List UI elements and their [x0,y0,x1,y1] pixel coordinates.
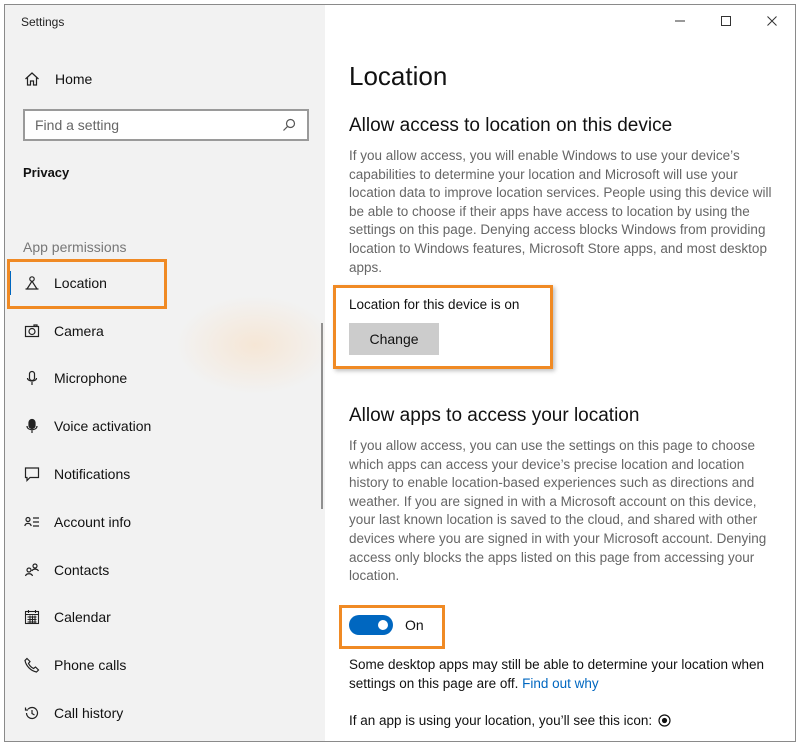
apps-section-heading: Allow apps to access your location [349,405,640,426]
sidebar-item-label: Phone calls [54,657,127,674]
home-label: Home [55,71,93,87]
minimize-button[interactable] [657,5,703,37]
sidebar-scrollbar[interactable] [321,323,323,509]
voice-activation-icon [23,417,41,435]
location-icon-note: If an app is using your location, you’ll… [349,713,671,728]
sidebar-item-label: Notifications [54,466,131,483]
sidebar-item-label: Calendar [54,609,111,626]
sidebar-item-label: Microphone [54,370,128,387]
location-icon [23,274,41,292]
minimize-icon [675,20,685,22]
sidebar-item-label: Account info [54,513,132,530]
close-icon [767,16,777,26]
sidebar-item-voice-activation[interactable]: Voice activation [5,402,325,450]
apps-location-toggle[interactable] [349,615,393,635]
sidebar-item-camera[interactable]: Camera [5,307,325,355]
phone-calls-icon [23,656,41,674]
sidebar-item-label: Location [54,274,107,291]
microphone-icon [23,369,41,387]
call-history-icon [23,704,41,722]
toggle-knob [378,620,388,630]
page-title: Location [349,61,448,91]
toggle-state-label: On [405,617,424,633]
device-section-description: If you allow access, you will enable Win… [349,148,772,275]
group-title: App permissions [23,239,127,255]
close-button[interactable] [749,5,795,37]
permissions-nav: Location Camera Microphone Voice activat… [5,259,325,737]
maximize-button[interactable] [703,5,749,37]
apps-location-toggle-row: On [349,615,424,635]
sidebar-item-call-history[interactable]: Call history [5,689,325,737]
home-nav-item[interactable]: Home [23,67,92,91]
search-icon[interactable] [281,117,297,133]
change-button[interactable]: Change [349,323,439,355]
contacts-icon [23,561,41,579]
search-input[interactable] [35,117,281,133]
section-title: Privacy [23,165,70,180]
sidebar-item-calendar[interactable]: Calendar [5,594,325,642]
calendar-icon [23,608,41,626]
sidebar-item-label: Call history [54,705,124,722]
account-info-icon [23,513,41,531]
app-title: Settings [21,15,65,29]
sidebar-item-label: Camera [54,322,104,339]
location-icon-note-text: If an app is using your location, you’ll… [349,713,653,728]
sidebar-item-account-info[interactable]: Account info [5,498,325,546]
home-icon [23,70,41,88]
sidebar-item-label: Voice activation [54,418,152,435]
notifications-icon [23,465,41,483]
sidebar-item-notifications[interactable]: Notifications [5,450,325,498]
sidebar: Settings Home Privacy App permissions [5,5,335,741]
sidebar-item-label: Contacts [54,561,110,578]
find-out-why-link[interactable]: Find out why [522,676,599,691]
window-controls [657,5,795,37]
settings-window: Settings Home Privacy App permissions [4,4,796,742]
apps-section-description: If you allow access, you can use the set… [349,438,767,584]
sidebar-item-location[interactable]: Location [5,259,325,307]
sidebar-item-microphone[interactable]: Microphone [5,355,325,403]
device-section-heading: Allow access to location on this device [349,115,673,136]
device-location-status: Location for this device is on [349,297,520,312]
search-box[interactable] [23,109,309,141]
location-in-use-icon [658,714,671,727]
sidebar-item-contacts[interactable]: Contacts [5,546,325,594]
desktop-apps-note: Some desktop apps may still be able to d… [349,655,773,693]
camera-icon [23,322,41,340]
maximize-icon [721,16,731,26]
sidebar-item-phone-calls[interactable]: Phone calls [5,641,325,689]
